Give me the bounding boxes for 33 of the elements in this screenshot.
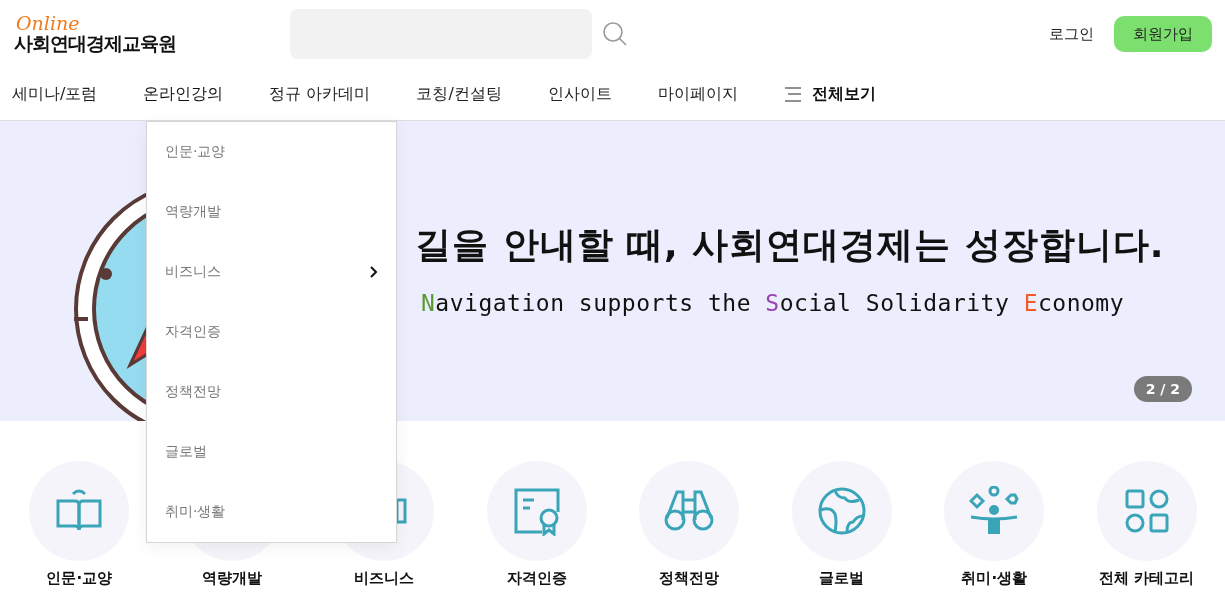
login-link[interactable]: 로그인 — [1049, 24, 1094, 44]
dropdown-item[interactable]: 비즈니스 — [147, 242, 396, 302]
dropdown-item[interactable]: 인문·교양 — [147, 122, 396, 182]
category-label[interactable]: 역량개발 — [201, 569, 262, 588]
slide-counter: 2 / 2 — [1133, 376, 1192, 402]
dropdown-item[interactable]: 취미·생활 — [147, 482, 396, 542]
nav-item[interactable]: 세미나/포럼 — [12, 83, 98, 105]
nav-item[interactable]: 인사이트 — [547, 83, 612, 105]
menu-icon[interactable] — [783, 85, 802, 103]
globe-icon — [816, 486, 867, 536]
juggling-icon — [969, 486, 1020, 536]
category-label[interactable]: 인문·교양 — [46, 569, 113, 588]
signup-button[interactable]: 회원가입 — [1114, 16, 1212, 52]
all-menu-link[interactable]: 전체보기 — [811, 83, 876, 105]
nav-item[interactable]: 정규 아카데미 — [269, 83, 371, 105]
banner-headline: 길을 안내할 때, 사회연대경제는 성장합니다. — [414, 223, 1165, 267]
logo-text: 사회연대경제교육원 — [14, 32, 177, 54]
category-label[interactable]: 자격인증 — [506, 569, 567, 588]
category-label[interactable]: 취미·생활 — [961, 569, 1028, 588]
category-label[interactable]: 비즈니스 — [354, 569, 415, 588]
nav-item[interactable]: 마이페이지 — [657, 83, 738, 105]
nav-item[interactable]: 코칭/컨설팅 — [416, 83, 502, 105]
logo-script: Online — [16, 14, 81, 32]
category-label[interactable]: 정책전망 — [659, 569, 720, 588]
dropdown-item[interactable]: 역량개발 — [147, 182, 396, 242]
category-label[interactable]: 글로벌 — [819, 569, 865, 588]
dropdown-item[interactable]: 정책전망 — [147, 362, 396, 422]
search-icon[interactable] — [602, 21, 628, 47]
dropdown-item[interactable]: 글로벌 — [147, 422, 396, 482]
nav-item[interactable]: 온라인강의 — [143, 83, 224, 105]
category-label[interactable]: 전체 카테고리 — [1099, 569, 1195, 588]
dropdown-item[interactable]: 자격인증 — [147, 302, 396, 362]
banner-subtitle: Navigation supports the Social Solidarity Economy — [420, 290, 1125, 316]
